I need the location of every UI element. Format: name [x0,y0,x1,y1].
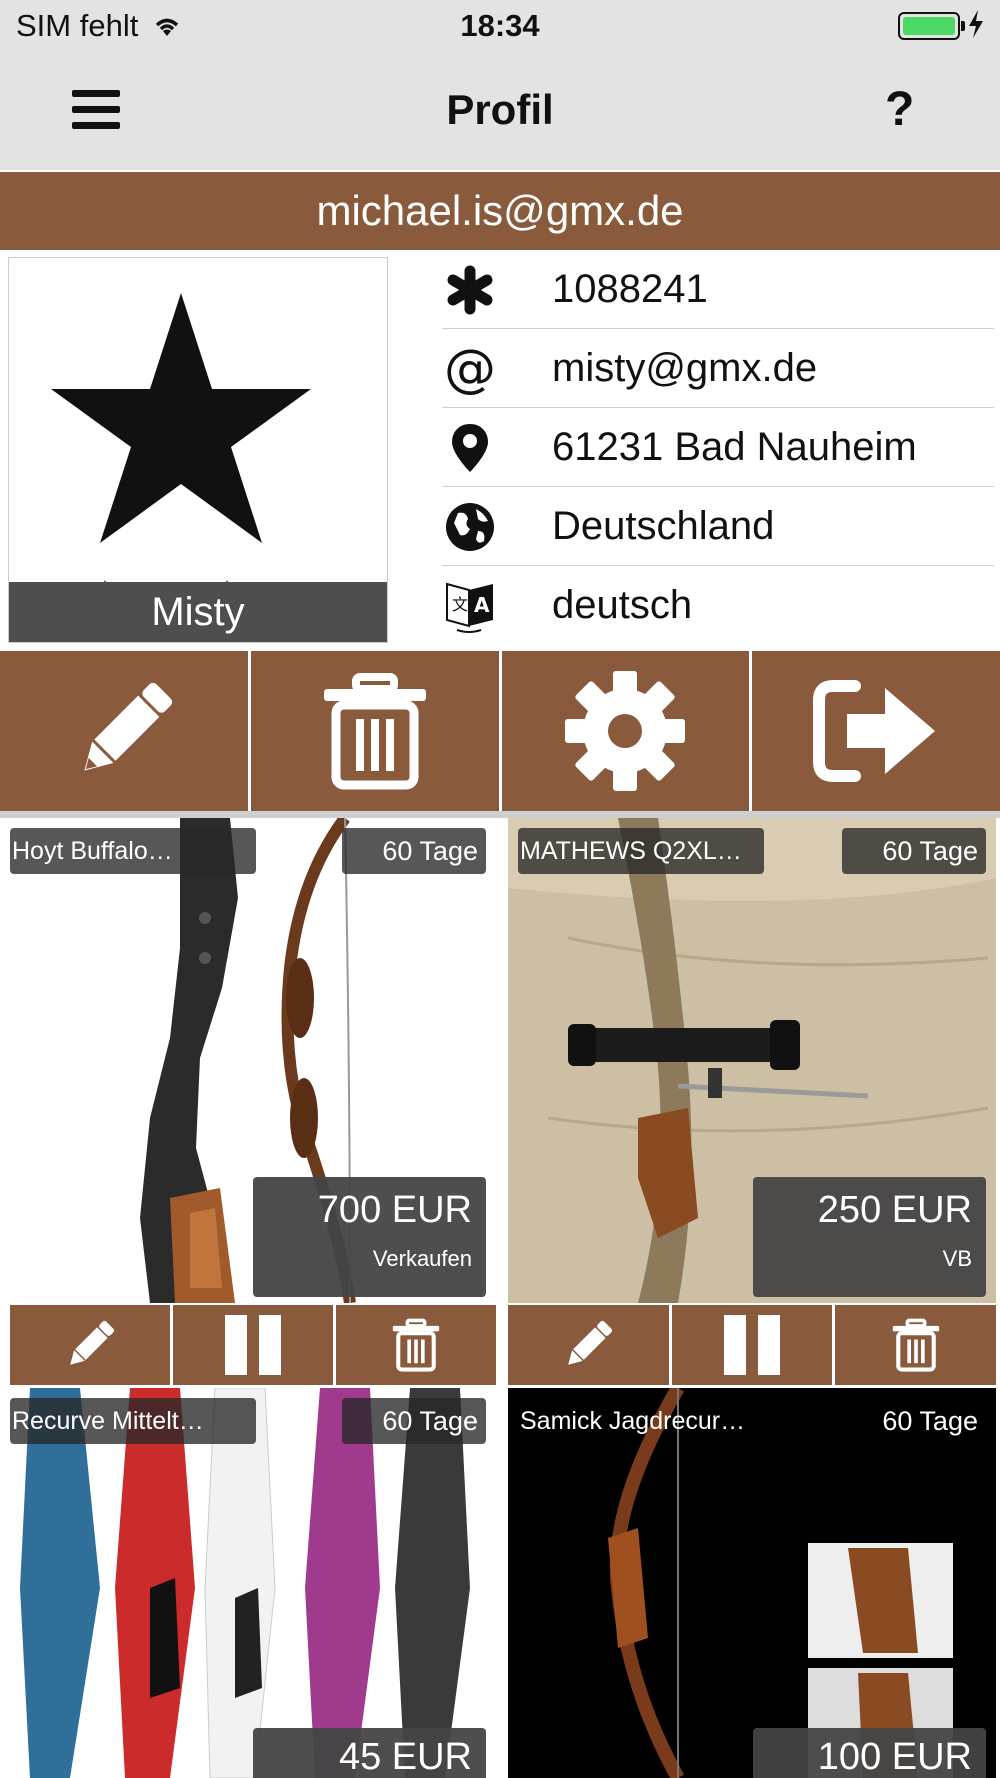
listing-photo [0,1388,496,1778]
listing-days: 60 Tage [842,828,986,874]
listing-actions [10,1305,496,1385]
translate-icon: 文 A [442,578,498,634]
charging-icon [968,10,984,44]
listing-note: Verkaufen [372,1246,472,1271]
avatar[interactable]: Misty [8,257,388,643]
page-title: Profil [446,86,554,133]
price-tag: 100 EUR [753,1728,986,1778]
delete-profile-button[interactable] [250,651,499,811]
battery-cap [961,21,965,31]
listing-note: VB [942,1246,972,1271]
pause-icon [225,1315,281,1375]
battery-icon [898,12,960,40]
trash-icon [892,1318,939,1372]
language: deutsch [552,583,693,627]
globe-icon [442,499,498,555]
trash-icon [323,673,426,790]
svg-text:文: 文 [452,595,468,614]
listing-card[interactable]: Recurve Mittelt… 60 Tage 45 EUR [0,1388,496,1778]
listing-title: Hoyt Buffalo… [10,828,256,874]
account-email: michael.is@gmx.de [0,172,1000,250]
listing-card[interactable]: MATHEWS Q2XL… 60 Tage 250 EUR VB [508,818,996,1303]
listing-title: MATHEWS Q2XL… [518,828,764,874]
listing-card[interactable]: Samick Jagdrecur… 60 Tage 100 EUR [508,1388,996,1778]
info-row-email: @ misty@gmx.de [442,329,994,408]
listing-actions [508,1305,997,1385]
edit-listing-button[interactable] [508,1305,669,1385]
country: Deutschland [552,504,775,548]
listing-days: 60 Tage [342,1398,486,1444]
info-row-country: Deutschland [442,487,994,566]
pencil-icon [70,1320,115,1365]
info-row-location: 61231 Bad Nauheim [442,408,994,487]
logout-icon [813,680,936,782]
user-id: 1088241 [552,267,708,311]
delete-listing-button[interactable] [336,1305,496,1385]
location: 61231 Bad Nauheim [552,425,917,469]
gear-icon [565,671,686,791]
pencil-icon [568,1320,613,1365]
divider [0,811,1000,818]
help-button[interactable]: ? [885,82,914,137]
price-tag: 250 EUR VB [753,1177,986,1297]
listing-card[interactable]: Hoyt Buffalo… 60 Tage 700 EUR Verkaufen [0,818,496,1303]
listing-days: 60 Tage [882,1406,978,1436]
listing-title: Samick Jagdrecur… [520,1407,746,1435]
at-icon: @ [444,339,496,399]
info-row-language: 文 A deutsch [442,566,994,645]
svg-text:A: A [474,593,490,617]
settings-button[interactable] [501,651,750,811]
listing-photo [508,1388,996,1778]
listing-days: 60 Tage [342,828,486,874]
logout-button[interactable] [752,651,1000,811]
trash-icon [392,1318,440,1372]
listing-title: Recurve Mittelt… [10,1398,256,1444]
pause-listing-button[interactable] [671,1305,833,1385]
pause-icon [724,1315,780,1375]
contact-email: misty@gmx.de [552,346,818,390]
pause-listing-button[interactable] [173,1305,333,1385]
edit-listing-button[interactable] [10,1305,170,1385]
listing-price: 700 EUR [317,1189,472,1231]
listing-price: 45 EUR [338,1736,472,1778]
listing-price: 100 EUR [817,1736,972,1778]
info-row-id: 1088241 [442,250,994,329]
status-time: 18:34 [460,8,540,43]
listing-price: 250 EUR [817,1189,972,1231]
avatar-name: Misty [9,582,387,642]
pencil-icon [84,682,173,771]
profile-actions [0,651,1000,811]
price-tag: 45 EUR [253,1728,486,1778]
location-pin-icon [442,420,498,476]
price-tag: 700 EUR Verkaufen [253,1177,486,1297]
profile-info-list: 1088241 @ misty@gmx.de 61231 Bad Nauheim… [442,250,994,645]
asterisk-icon [442,262,498,318]
edit-profile-button[interactable] [0,651,248,811]
delete-listing-button[interactable] [835,1305,997,1385]
